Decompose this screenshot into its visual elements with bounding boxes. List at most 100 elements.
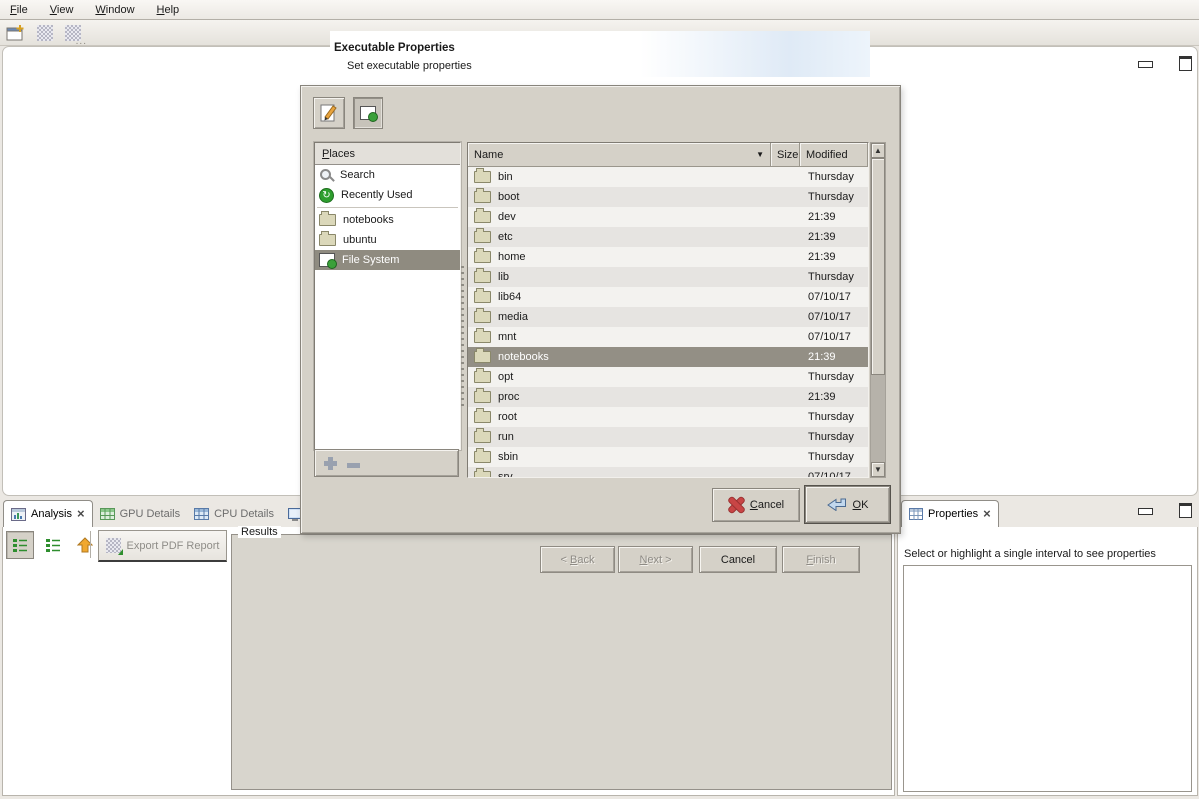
up-level-button[interactable] <box>72 532 98 558</box>
properties-hint: Select or highlight a single interval to… <box>904 548 1156 560</box>
folder-icon <box>319 214 336 226</box>
column-header-modified[interactable]: Modified <box>800 143 868 167</box>
file-row[interactable]: root Thursday <box>468 407 868 427</box>
export-pdf-report-button[interactable]: Export PDF Report <box>98 530 227 562</box>
disabled-toolbar-icon <box>37 25 53 41</box>
properties-empty-box <box>903 565 1192 792</box>
finish-button[interactable]: Finish <box>782 546 860 573</box>
menu-item-file[interactable]: File <box>8 3 30 17</box>
folder-icon <box>474 411 491 423</box>
folder-icon <box>474 391 491 403</box>
type-filename-button[interactable] <box>313 97 345 129</box>
export-pdf-icon <box>106 538 121 553</box>
list-icon <box>12 537 28 553</box>
tab-analysis[interactable]: Analysis × <box>3 500 93 527</box>
folder-icon <box>474 431 491 443</box>
menu-item-view[interactable]: View <box>48 3 76 17</box>
scroll-down-icon[interactable]: ▼ <box>871 462 885 477</box>
menu-item-window[interactable]: Window <box>93 3 136 17</box>
folder-icon <box>474 171 491 183</box>
file-row[interactable]: sbin Thursday <box>468 447 868 467</box>
file-row[interactable]: etc 21:39 <box>468 227 868 247</box>
places-item-notebooks[interactable]: notebooks <box>315 210 460 230</box>
new-session-icon[interactable] <box>6 25 25 41</box>
folder-icon <box>474 311 491 323</box>
file-chooser-dialog: Places Search ↻Recently Used notebooks u… <box>300 85 901 534</box>
places-item-file-system[interactable]: File System <box>315 250 460 270</box>
results-group-label: Results <box>238 526 281 538</box>
places-item-ubuntu[interactable]: ubuntu <box>315 230 460 250</box>
tab-gpu-details[interactable]: GPU Details <box>93 501 188 527</box>
file-list-scrollbar: ▲ ▼ <box>870 142 886 478</box>
analysis-icon <box>11 508 26 521</box>
scrollbar-track[interactable] <box>871 375 885 462</box>
folder-icon <box>474 471 491 478</box>
remove-place-icon[interactable] <box>347 463 360 468</box>
folder-icon <box>474 351 491 363</box>
menu-bar: File View Window Help <box>0 0 1199 20</box>
folder-icon <box>474 371 491 383</box>
application-window: File View Window Help Executable Propert… <box>0 0 1199 799</box>
gpu-details-icon <box>100 508 115 520</box>
analysis-steps-view-button[interactable] <box>6 531 34 559</box>
cpu-details-icon <box>194 508 209 520</box>
close-icon[interactable]: × <box>983 509 991 519</box>
folder-icon <box>474 291 491 303</box>
places-add-remove-bar <box>314 449 459 477</box>
file-row[interactable]: lib64 07/10/17 <box>468 287 868 307</box>
file-row[interactable]: bin Thursday <box>468 167 868 187</box>
scroll-up-icon[interactable]: ▲ <box>871 143 885 158</box>
minimize-icon[interactable] <box>1138 508 1153 515</box>
folder-icon <box>474 231 491 243</box>
browse-filesystem-button[interactable] <box>353 97 383 129</box>
maximize-icon[interactable] <box>1179 503 1192 518</box>
places-header[interactable]: Places <box>315 143 460 165</box>
add-place-icon[interactable] <box>324 457 337 470</box>
next-button[interactable]: Next > <box>618 546 693 573</box>
back-button[interactable]: < Back <box>540 546 615 573</box>
analysis-toolbar <box>6 531 98 559</box>
column-header-size[interactable]: Size <box>771 143 800 167</box>
file-row[interactable]: notebooks 21:39 <box>468 347 868 367</box>
toolbar-separator <box>90 531 91 558</box>
places-panel: Places Search ↻Recently Used notebooks u… <box>314 142 461 450</box>
file-row[interactable]: proc 21:39 <box>468 387 868 407</box>
column-header-name[interactable]: Name▼ <box>468 143 771 167</box>
tab-properties[interactable]: Properties × <box>901 500 999 527</box>
wizard-title: Executable Properties <box>334 42 455 54</box>
analysis-tab-row: Analysis × GPU Details CPU Details C <box>3 500 322 527</box>
wizard-subtitle: Set executable properties <box>347 60 472 72</box>
recently-used-icon: ↻ <box>319 188 334 203</box>
folder-icon <box>474 451 491 463</box>
sort-arrow-icon: ▼ <box>756 150 764 159</box>
places-item-search[interactable]: Search <box>315 165 460 185</box>
cancel-x-icon <box>728 497 744 513</box>
file-row[interactable]: srv 07/10/17 <box>468 467 868 478</box>
file-row[interactable]: boot Thursday <box>468 187 868 207</box>
file-row[interactable]: home 21:39 <box>468 247 868 267</box>
file-row[interactable]: dev 21:39 <box>468 207 868 227</box>
pane-resize-handle[interactable] <box>461 266 464 406</box>
close-icon[interactable]: × <box>77 509 85 519</box>
disabled-toolbar-overflow-icon <box>65 25 81 41</box>
minimize-icon[interactable] <box>1138 61 1153 68</box>
places-item-recently-used[interactable]: ↻Recently Used <box>315 185 460 205</box>
file-row[interactable]: lib Thursday <box>468 267 868 287</box>
properties-icon <box>909 508 923 520</box>
type-filename-icon <box>319 103 339 123</box>
chooser-cancel-button[interactable]: Cancel <box>712 488 800 522</box>
folder-icon <box>474 251 491 263</box>
file-row[interactable]: opt Thursday <box>468 367 868 387</box>
cancel-button[interactable]: Cancel <box>699 546 777 573</box>
file-row[interactable]: media 07/10/17 <box>468 307 868 327</box>
unguided-analysis-button[interactable] <box>40 532 66 558</box>
menu-item-help[interactable]: Help <box>155 3 182 17</box>
properties-minmax-controls <box>1138 503 1192 518</box>
tab-cpu-details[interactable]: CPU Details <box>187 501 281 527</box>
file-rows: bin Thursday boot Thursday dev 21:39 etc <box>468 167 868 478</box>
file-row[interactable]: mnt 07/10/17 <box>468 327 868 347</box>
file-row[interactable]: run Thursday <box>468 427 868 447</box>
maximize-icon[interactable] <box>1179 56 1192 71</box>
chooser-ok-button[interactable]: OK <box>805 486 890 523</box>
scrollbar-thumb[interactable] <box>871 158 885 375</box>
